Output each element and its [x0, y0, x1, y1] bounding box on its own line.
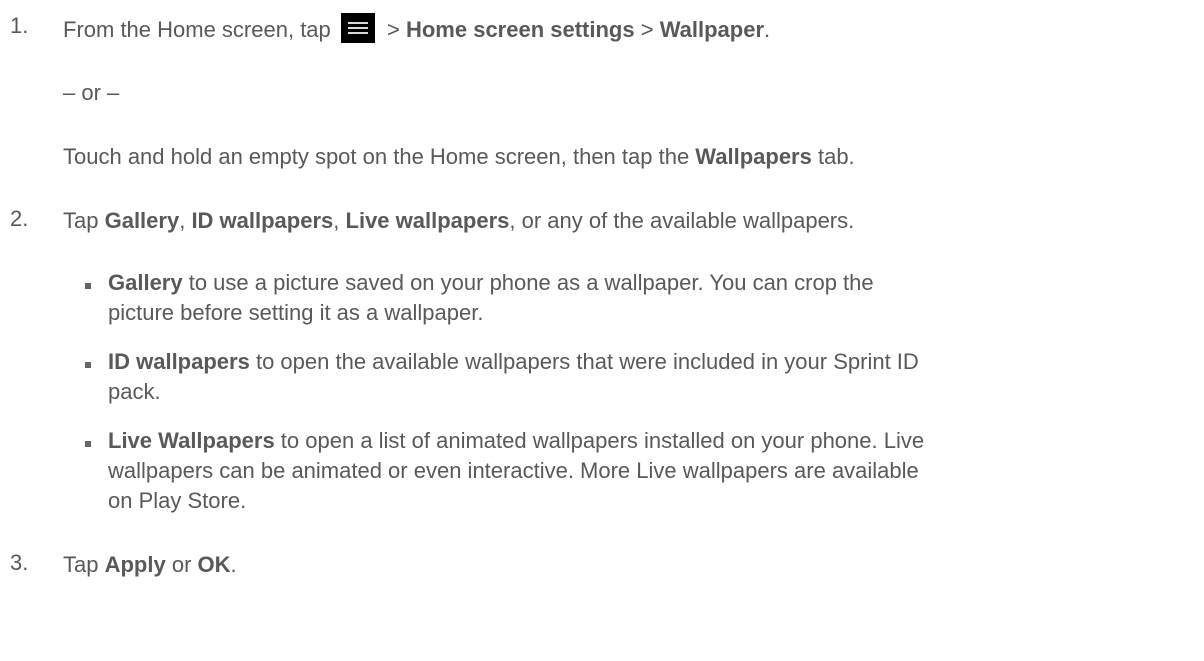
bullet-id-wallpapers-line-2: pack.	[108, 379, 161, 404]
bullet-gallery-line-1: Gallery to use a picture saved on your p…	[108, 270, 874, 295]
bullet-id-wallpapers-line-1: ID wallpapers to open the available wall…	[108, 349, 919, 374]
bullet-gallery-line-2: picture before setting it as a wallpaper…	[108, 300, 484, 325]
wallpaper-label: Wallpaper	[659, 17, 765, 42]
bullet-marker	[85, 283, 91, 289]
apply-label: Apply	[104, 552, 166, 577]
bullet-marker	[85, 362, 91, 368]
wallpapers-tab-label: Wallpapers	[695, 144, 812, 169]
live-wallpapers-label: Live wallpapers	[345, 208, 510, 233]
menu-icon	[340, 13, 375, 43]
ok-label: OK	[197, 552, 231, 577]
step-3-text: Tap Apply or OK.	[63, 552, 237, 577]
instructions-document: 1. From the Home screen, tap > Home scre…	[0, 0, 1204, 661]
step-1-number: 1.	[10, 13, 29, 38]
step-2-text: Tap Gallery, ID wallpapers, Live wallpap…	[63, 208, 855, 233]
bullet-marker	[85, 441, 91, 447]
id-wallpapers-label: ID wallpapers	[191, 208, 334, 233]
step-3-number: 3.	[10, 550, 29, 575]
step-1-alternative: Touch and hold an empty spot on the Home…	[63, 144, 855, 169]
gallery-label: Gallery	[104, 208, 180, 233]
home-screen-settings-label: Home screen settings	[405, 17, 635, 42]
or-separator: – or –	[63, 80, 120, 105]
bullet-live-wallpapers-line-3: on Play Store.	[108, 488, 247, 513]
step-1-text: From the Home screen, tap > Home screen …	[63, 13, 770, 45]
bullet-live-wallpapers-line-2: wallpapers can be animated or even inter…	[108, 458, 919, 483]
step-2-number: 2.	[10, 206, 29, 231]
bullet-live-wallpapers-line-1: Live Wallpapers to open a list of animat…	[108, 428, 925, 453]
